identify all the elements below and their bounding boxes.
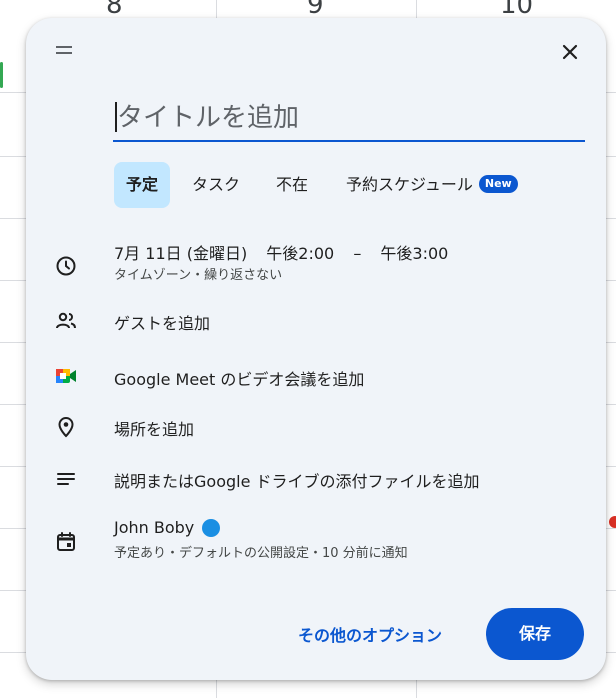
add-meet-text[interactable]: Google Meet のビデオ会議を追加 xyxy=(114,366,364,390)
hour-label: 10 xyxy=(500,0,534,20)
datetime-text[interactable]: 7月 11日 (金曜日) 午後2:00 – 午後3:00 xyxy=(114,240,462,264)
tab-appointment-schedule-label: 予約スケジュール xyxy=(346,175,473,194)
current-time-dot xyxy=(609,516,616,528)
tab-event[interactable]: 予定 xyxy=(114,162,171,208)
title-field[interactable] xyxy=(113,98,589,142)
hour-label: 8 xyxy=(106,0,123,20)
end-time[interactable]: 午後3:00 xyxy=(380,244,448,263)
tab-task[interactable]: タスク xyxy=(180,162,252,208)
title-input[interactable] xyxy=(113,98,589,138)
calendar-settings-text[interactable]: 予定あり・デフォルトの公開設定・10 分前に通知 xyxy=(114,542,408,561)
quick-event-dialog: 予定 タスク 不在 予約スケジュール New 7月 11日 (金曜日) 午後2:0… xyxy=(26,18,606,680)
notes-icon xyxy=(57,473,75,485)
add-location-text[interactable]: 場所を追加 xyxy=(114,416,194,440)
save-button[interactable]: 保存 xyxy=(486,608,584,660)
close-icon[interactable] xyxy=(556,38,584,66)
add-guests-text[interactable]: ゲストを追加 xyxy=(114,310,210,334)
clock-icon xyxy=(56,256,76,276)
tab-out-of-office[interactable]: 不在 xyxy=(264,162,320,208)
time-separator: – xyxy=(353,244,362,263)
timezone-repeat-text[interactable]: タイムゾーン・繰り返さない xyxy=(114,264,282,283)
event-marker xyxy=(0,62,3,88)
google-meet-icon xyxy=(56,369,76,383)
hour-label: 9 xyxy=(307,0,324,20)
location-pin-icon xyxy=(58,417,74,438)
start-time[interactable]: 午後2:00 xyxy=(266,244,334,263)
calendar-color-dot xyxy=(202,518,221,537)
date-text[interactable]: 7月 11日 (金曜日) xyxy=(114,244,247,263)
calendar-icon xyxy=(57,532,75,551)
calendar-owner[interactable]: John Boby xyxy=(114,518,221,538)
text-caret xyxy=(115,102,117,132)
calendar-name: John Boby xyxy=(114,518,195,537)
people-icon xyxy=(56,312,76,329)
tab-appointment-schedule[interactable]: 予約スケジュール New xyxy=(334,162,530,208)
new-badge: New xyxy=(478,174,518,193)
more-options-button[interactable]: その他のオプション xyxy=(298,622,442,646)
drag-handle-icon[interactable] xyxy=(56,46,72,56)
add-description-text[interactable]: 説明またはGoogle ドライブの添付ファイルを追加 xyxy=(114,468,480,492)
